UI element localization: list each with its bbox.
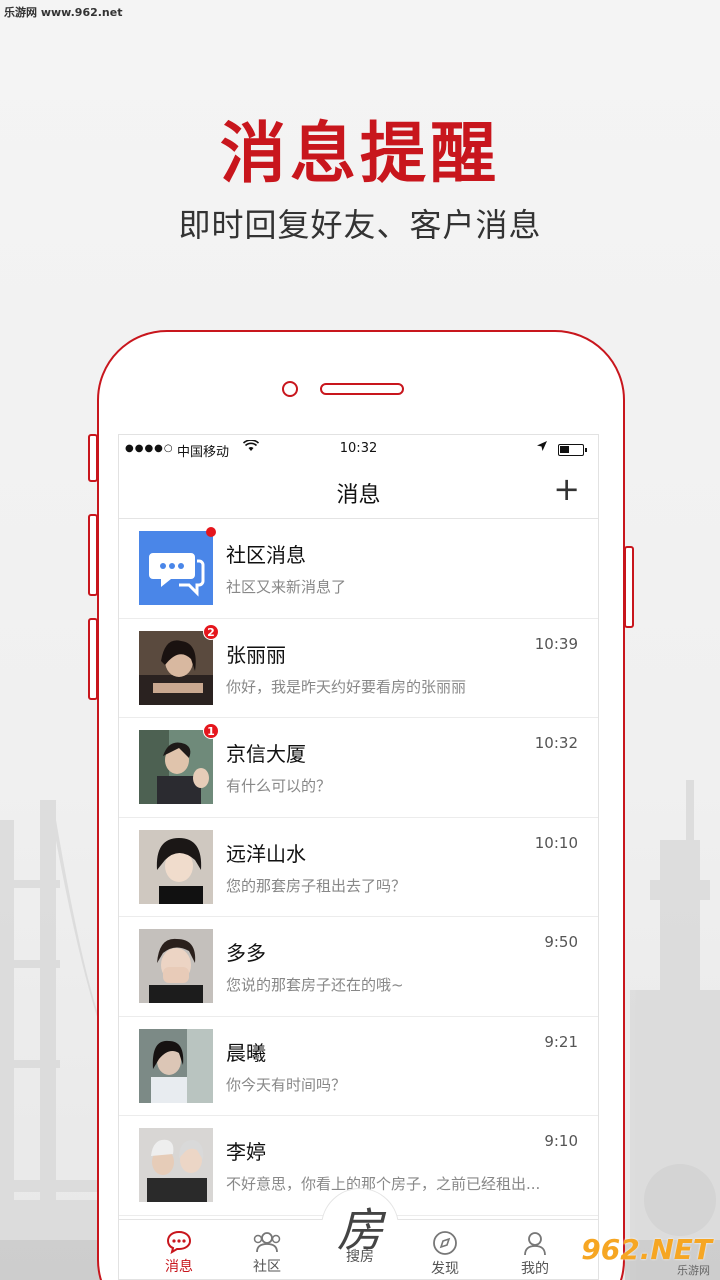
compass-icon bbox=[433, 1231, 457, 1255]
message-name: 李婷 bbox=[226, 1140, 266, 1164]
page-title: 消息 bbox=[336, 483, 381, 508]
phone-speaker bbox=[320, 383, 404, 395]
watermark-sub: 乐游网 bbox=[677, 1264, 710, 1277]
message-list: 社区消息 社区又来新消息了 2 张丽丽 你好，我是昨天约好要看房的张丽丽 10:… bbox=[119, 519, 598, 1216]
message-preview: 你好，我是昨天约好要看房的张丽丽 bbox=[226, 677, 467, 696]
chat-bubble-icon bbox=[139, 531, 213, 605]
message-name: 晨曦 bbox=[226, 1040, 266, 1065]
message-preview: 您的那套房子租出去了吗？ bbox=[226, 876, 407, 895]
status-time: 10:32 bbox=[339, 441, 378, 456]
avatar bbox=[139, 829, 213, 904]
tab-messages[interactable]: 消息 bbox=[139, 1220, 219, 1279]
watermark-top-left: 乐游网 www.962.net bbox=[4, 6, 123, 19]
tab-me[interactable]: 我的 bbox=[495, 1220, 575, 1279]
avatar bbox=[139, 730, 213, 804]
message-row[interactable]: 多多 您说的那套房子还在的哦~ 9:50 bbox=[119, 917, 598, 1017]
phone-screen: ●●●●○ 中国移动 10:32 消息 + 社区消息 社区又来新消息了 2 张丽… bbox=[118, 434, 599, 1280]
unread-badge: 2 bbox=[203, 623, 219, 640]
phone-power-button bbox=[624, 546, 634, 628]
message-time: 9:50 bbox=[544, 933, 578, 951]
tab-label: 社区 bbox=[253, 1259, 281, 1275]
message-name: 远洋山水 bbox=[226, 841, 306, 866]
person-icon bbox=[524, 1232, 546, 1256]
add-button[interactable]: + bbox=[553, 471, 580, 507]
tab-label: 搜房 bbox=[346, 1249, 374, 1265]
message-preview: 您说的那套房子还在的哦~ bbox=[226, 976, 404, 994]
message-preview: 你今天有时间吗？ bbox=[226, 1075, 347, 1094]
tab-label: 消息 bbox=[165, 1259, 193, 1275]
avatar bbox=[139, 630, 213, 705]
message-name: 京信大厦 bbox=[226, 742, 306, 766]
avatar bbox=[139, 929, 213, 1003]
message-row[interactable]: 1 京信大厦 有什么可以的？ 10:32 bbox=[119, 718, 598, 818]
message-preview: 社区又来新消息了 bbox=[226, 578, 347, 596]
battery-icon bbox=[558, 444, 587, 456]
message-time: 10:39 bbox=[534, 634, 578, 653]
unread-badge: 1 bbox=[203, 723, 219, 739]
message-time: 10:10 bbox=[534, 833, 578, 852]
promo-subheadline: 即时回复好友、客户消息 bbox=[178, 206, 542, 244]
message-time: 10:32 bbox=[534, 734, 578, 752]
message-row[interactable]: 晨曦 你今天有时间吗？ 9:21 bbox=[119, 1017, 598, 1116]
tab-search-house[interactable]: 房 搜房 bbox=[319, 1188, 401, 1270]
message-time: 9:10 bbox=[544, 1132, 578, 1150]
people-icon bbox=[253, 1232, 281, 1253]
status-bar: ●●●●○ 中国移动 10:32 bbox=[119, 435, 598, 463]
message-preview: 有什么可以的？ bbox=[226, 777, 332, 795]
location-arrow-icon bbox=[536, 440, 548, 455]
message-time: 9:21 bbox=[544, 1032, 578, 1051]
avatar bbox=[139, 1128, 213, 1202]
tab-label: 发现 bbox=[431, 1261, 459, 1277]
tab-label: 我的 bbox=[521, 1261, 549, 1277]
message-row[interactable]: 远洋山水 您的那套房子租出去了吗？ 10:10 bbox=[119, 818, 598, 917]
unread-dot bbox=[206, 527, 216, 537]
avatar bbox=[139, 1028, 213, 1103]
message-name: 多多 bbox=[226, 941, 266, 965]
promo-headline: 消息提醒 bbox=[220, 115, 500, 192]
message-name: 张丽丽 bbox=[226, 642, 286, 667]
phone-camera bbox=[282, 381, 298, 397]
message-row[interactable]: 2 张丽丽 你好，我是昨天约好要看房的张丽丽 10:39 bbox=[119, 619, 598, 718]
tab-discover[interactable]: 发现 bbox=[405, 1220, 485, 1279]
nav-bar: 消息 + bbox=[119, 463, 598, 519]
message-name: 社区消息 bbox=[226, 543, 306, 567]
tab-community[interactable]: 社区 bbox=[227, 1220, 307, 1279]
message-row-community[interactable]: 社区消息 社区又来新消息了 bbox=[119, 519, 598, 619]
message-preview: 不好意思，你看上的那个房子，之前已经租出... bbox=[226, 1175, 541, 1193]
chat-icon bbox=[166, 1230, 192, 1254]
